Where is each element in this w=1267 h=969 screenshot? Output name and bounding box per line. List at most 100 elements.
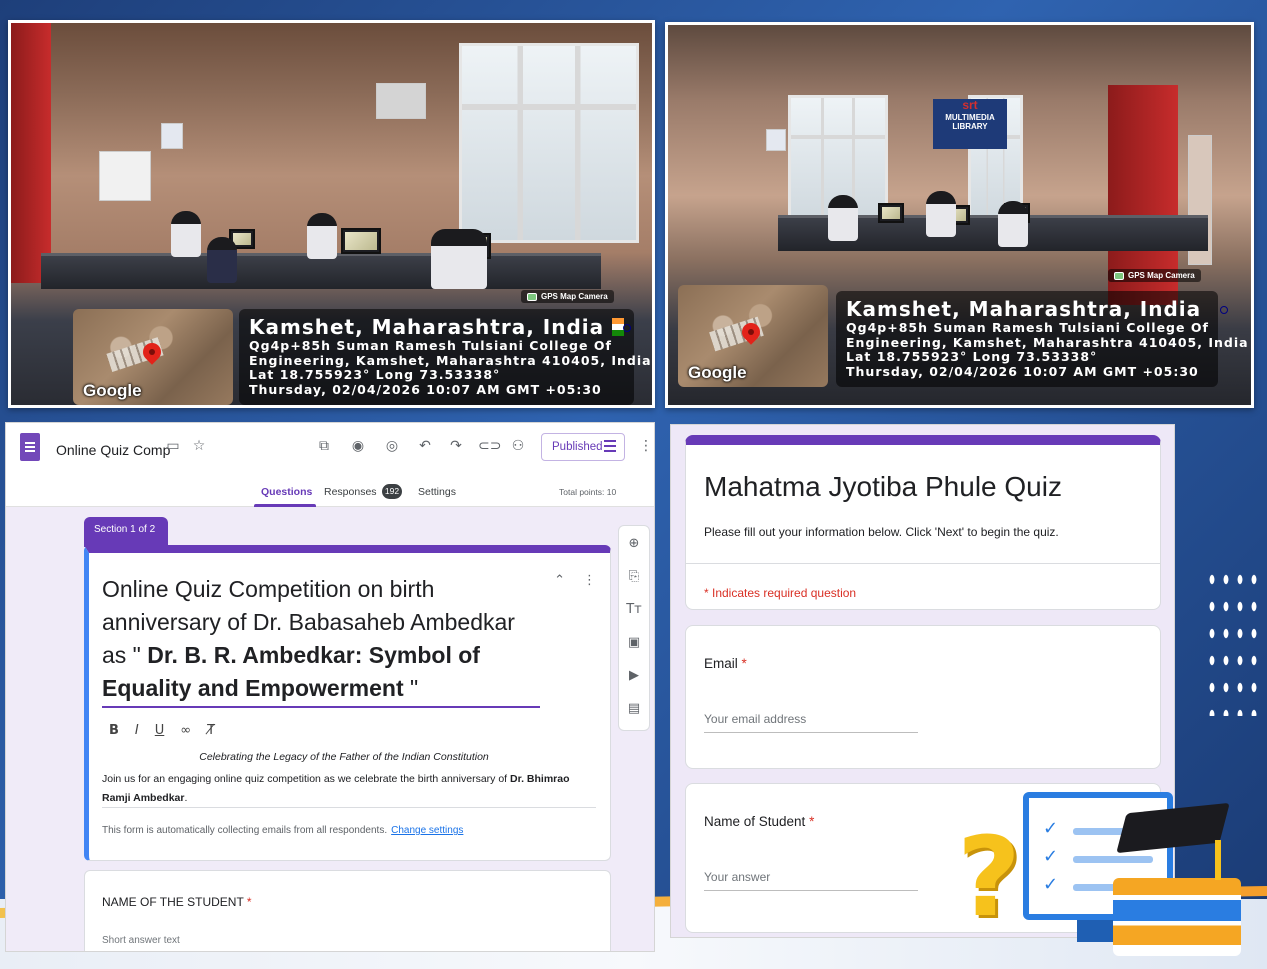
datetime: Thursday, 02/04/2026 10:07 AM GMT +05:30: [249, 381, 602, 397]
question-label: NAME OF THE STUDENT *: [102, 895, 252, 909]
description-end: .: [184, 792, 188, 804]
description-body[interactable]: Join us for an engaging online quiz comp…: [102, 770, 592, 808]
student: [926, 191, 956, 237]
published-button[interactable]: Published: [541, 433, 625, 461]
camera-icon: [1114, 271, 1124, 280]
add-image-icon[interactable]: ▣: [626, 635, 642, 651]
tab-questions[interactable]: Questions: [261, 486, 312, 498]
add-collaborator-icon[interactable]: ⚇: [509, 437, 527, 455]
tune-icon: [604, 440, 616, 454]
form-description: Please fill out your information below. …: [704, 525, 1059, 539]
doc-title[interactable]: Online Quiz Comp: [56, 442, 170, 458]
addon-icon[interactable]: ⧉: [315, 437, 333, 455]
gps-tag-label: GPS Map Camera: [1128, 271, 1195, 280]
add-section-icon[interactable]: ▤: [626, 701, 642, 717]
format-toolbar: B I U ∞ T̸: [109, 723, 215, 738]
student: [431, 229, 487, 289]
question-toolbar: ⊕ ⎘ Tт ▣ ▶ ▤: [618, 525, 650, 731]
change-settings-link[interactable]: Change settings: [391, 825, 463, 836]
required-asterisk: *: [741, 656, 747, 671]
monitor-stand: [1077, 920, 1117, 942]
undo-icon[interactable]: ↶: [416, 437, 434, 455]
email-question-card: Email * Your email address: [685, 625, 1161, 769]
email-field[interactable]: Your email address: [704, 712, 806, 726]
checkmark-icon: ✓: [1043, 874, 1059, 895]
gps-camera-tag: GPS Map Camera: [1108, 269, 1201, 282]
monitor: [878, 203, 904, 223]
clear-format-icon[interactable]: T̸: [207, 723, 215, 738]
star-icon[interactable]: ☆: [190, 437, 208, 455]
student-name-field-underline: [704, 890, 918, 891]
form-header-card: Mahatma Jyotiba Phule Quiz Please fill o…: [685, 435, 1161, 610]
forms-logo-icon[interactable]: [20, 433, 40, 461]
short-answer-placeholder: Short answer text: [102, 935, 180, 946]
map-provider-label: Google: [688, 363, 747, 382]
collapse-icon[interactable]: ⌃: [554, 573, 565, 588]
decorative-dots: [1205, 566, 1261, 716]
tab-responses[interactable]: Responses: [324, 486, 377, 498]
camera-icon: [527, 292, 537, 301]
window: [459, 43, 639, 243]
redo-icon[interactable]: ↷: [447, 437, 465, 455]
student-name-field[interactable]: Your answer: [704, 870, 770, 884]
multimedia-library-sign: srt MULTIMEDIA LIBRARY: [933, 99, 1007, 149]
collect-note-text: This form is automatically collecting em…: [102, 825, 388, 836]
form-title-bold: Dr. B. R. Ambedkar: Symbol of Equality a…: [102, 642, 480, 701]
link-icon[interactable]: ∞: [180, 723, 191, 738]
divider: [102, 807, 596, 808]
gps-tag-label: GPS Map Camera: [541, 292, 608, 301]
palette-icon[interactable]: ◉: [349, 437, 367, 455]
folder-icon[interactable]: ▭: [164, 437, 182, 455]
books-icon: [1113, 878, 1241, 956]
email-label-text: Email: [704, 656, 738, 671]
quiz-illustration: ? ✓ ✓ ✓: [955, 790, 1245, 960]
link-icon[interactable]: ⊂⊃: [478, 437, 501, 455]
more-vert-icon[interactable]: ⋮: [583, 573, 596, 588]
datetime: Thursday, 02/04/2026 10:07 AM GMT +05:30: [846, 363, 1199, 379]
cap-tassel: [1215, 840, 1221, 880]
monitor: [341, 228, 381, 254]
wall-pillar: [11, 23, 51, 283]
divider: [686, 563, 1160, 564]
address-line-2: Engineering, Kamshet, Maharashtra 410405…: [249, 352, 652, 368]
tab-settings[interactable]: Settings: [418, 486, 456, 498]
question-card[interactable]: NAME OF THE STUDENT * Short answer text: [84, 870, 611, 951]
checkmark-icon: ✓: [1043, 846, 1059, 867]
student: [998, 201, 1028, 247]
coordinates: Lat 18.755923° Long 73.53338°: [846, 349, 1098, 364]
editor-header: Online Quiz Comp ▭ ☆ ⧉ ◉ ◎ ↶ ↷ ⊂⊃ ⚇ Publ…: [6, 423, 654, 507]
more-vert-icon[interactable]: ⋮: [637, 437, 654, 455]
lab-photo-2: srt MULTIMEDIA LIBRARY GPS Map Camera Go…: [665, 22, 1254, 408]
add-video-icon[interactable]: ▶: [626, 668, 642, 684]
email-collection-note: This form is automatically collecting em…: [102, 825, 463, 836]
required-asterisk: *: [246, 895, 252, 909]
student: [207, 237, 237, 283]
published-label: Published: [552, 441, 603, 453]
form-header-card[interactable]: Online Quiz Competition on birth anniver…: [84, 545, 611, 861]
required-asterisk: *: [809, 814, 815, 829]
question-title: NAME OF THE STUDENT: [102, 895, 244, 909]
title-focus-underline: [102, 706, 540, 708]
map-thumbnail: Google: [73, 309, 233, 405]
import-questions-icon[interactable]: ⎘: [626, 569, 642, 585]
sign-text: MULTIMEDIA LIBRARY: [945, 113, 995, 131]
form-title-field[interactable]: Online Quiz Competition on birth anniver…: [102, 573, 542, 705]
add-question-icon[interactable]: ⊕: [626, 536, 642, 552]
description-subtitle[interactable]: Celebrating the Legacy of the Father of …: [89, 751, 599, 763]
responses-count-badge: 192: [382, 484, 402, 499]
wall-sign: [766, 129, 786, 151]
section-tag: Section 1 of 2: [84, 517, 168, 547]
checklist-line: [1073, 856, 1153, 863]
gps-info-box: Kamshet, Maharashtra, India Qg4p+85h Sum…: [239, 309, 652, 405]
email-label: Email *: [704, 656, 747, 671]
preview-eye-icon[interactable]: ◎: [383, 437, 401, 455]
india-flag-icon: [612, 318, 631, 336]
active-tab-indicator: [254, 504, 316, 507]
gps-location-title: Kamshet, Maharashtra, India: [249, 315, 631, 339]
italic-icon[interactable]: I: [135, 723, 139, 738]
bold-icon[interactable]: B: [109, 723, 119, 738]
underline-icon[interactable]: U: [155, 723, 165, 738]
total-points: Total points: 10: [559, 487, 617, 497]
add-title-icon[interactable]: Tт: [626, 602, 642, 618]
student: [828, 195, 858, 241]
